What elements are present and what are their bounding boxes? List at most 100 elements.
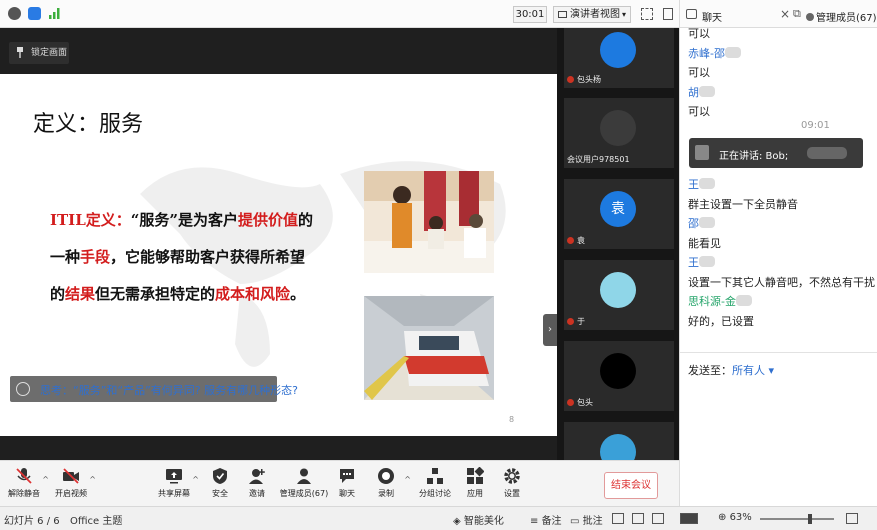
participant-tile[interactable]: 于	[564, 260, 674, 330]
participant-name: 会议用户978501	[567, 154, 630, 165]
mic-muted-icon	[567, 318, 574, 325]
record-icon	[378, 468, 394, 484]
subway-train-photo	[364, 296, 494, 400]
participant-name: 包头	[567, 397, 593, 408]
chat-message-text: 设置一下其它人静音吧，不然总有干扰	[688, 274, 875, 290]
chat-message-text: 可以	[688, 25, 710, 41]
pin-icon	[17, 47, 23, 58]
sender-name-text: 邵	[688, 217, 699, 230]
participant-tile[interactable]: 会议用户978501	[564, 98, 674, 168]
message-text: 能看见	[688, 236, 721, 250]
popout-icon[interactable]: ⧉	[793, 7, 801, 21]
speaking-text: 正在讲话: Bob;	[719, 151, 789, 162]
apps-icon	[467, 467, 484, 484]
beautify-label: 智能美化	[463, 516, 504, 527]
signal-icon[interactable]	[48, 7, 61, 20]
itil-text-part: 手段	[80, 248, 111, 266]
message-text: 好的，已设置	[688, 314, 754, 328]
avatar-initial: 袁	[611, 201, 625, 217]
zoom-slider[interactable]	[760, 514, 834, 524]
participant-tile[interactable]: 袁袁	[564, 179, 674, 249]
mic-muted-icon	[16, 468, 32, 484]
send-to-label: 发送至：	[688, 364, 732, 377]
notes-button[interactable]: ≡ 备注	[530, 512, 562, 527]
comment-icon: ▭	[570, 516, 583, 527]
record-button[interactable]: 录制 ^	[363, 467, 411, 499]
reaction-icon[interactable]	[16, 382, 30, 396]
zoom-level[interactable]: ⊕ 63%	[718, 512, 752, 523]
chat-sender-name: 王	[688, 176, 715, 192]
view-mode-select[interactable]: 演讲者视图 ▾	[553, 6, 631, 23]
share-screen-label: 共享屏幕	[158, 489, 190, 498]
message-text: 可以	[688, 105, 710, 118]
slide-title: 定义：服务	[33, 112, 144, 137]
chat-message-text: 可以	[688, 103, 710, 119]
close-icon[interactable]: ×	[780, 7, 790, 21]
meeting-window: 30:01 演讲者视图 ▾ 锁定画面 定义：服务 ITIL定义：“服务”是为客户…	[0, 0, 877, 530]
presentation-slide: 定义：服务 ITIL定义：“服务”是为客户提供价值的一种手段，它能够帮助客户获得…	[0, 74, 557, 436]
mic-muted-icon	[567, 399, 574, 406]
chevron-right-icon: ›	[548, 324, 552, 335]
chevron-up-icon[interactable]: ^	[89, 475, 96, 484]
comments-label: 批注	[582, 516, 603, 527]
comments-button[interactable]: ▭ 批注	[570, 512, 603, 527]
zoom-slider-handle[interactable]	[808, 514, 812, 524]
slide-question: 思考：“服务”和“产品”有何异同? 服务有哪几种形态?	[40, 384, 298, 397]
redacted-name	[699, 85, 715, 97]
chat-bubble-icon	[686, 9, 697, 19]
tab-members[interactable]: 管理成员(67)	[806, 9, 877, 24]
invite-label: 邀请	[249, 489, 265, 498]
redacted-name	[699, 178, 715, 189]
participant-name-text: 袁	[577, 236, 585, 245]
end-meeting-button[interactable]: 结束会议	[604, 472, 658, 499]
lock-view-button[interactable]: 锁定画面	[9, 42, 69, 64]
mic-muted-icon	[567, 237, 574, 244]
send-to-select[interactable]: 所有人 ▾	[732, 362, 774, 378]
share-screen-button[interactable]: 共享屏幕 ^	[151, 467, 199, 499]
participant-avatar: 袁	[600, 191, 636, 227]
mic-muted-icon	[567, 76, 574, 83]
start-video-button[interactable]: 开启视频 ^	[48, 467, 96, 499]
slide-page-number: 8	[509, 415, 515, 424]
camera-off-icon	[63, 468, 79, 484]
blurred-name	[807, 147, 847, 159]
itil-definition-text: ITIL定义：“服务”是为客户提供价值的一种手段，它能够帮助客户获得所希望的结果…	[50, 202, 315, 313]
zoom-value: 63%	[729, 512, 752, 523]
tab-chat[interactable]: 聊天	[702, 9, 722, 24]
itil-text-part: 但无需承担特定的	[95, 285, 216, 303]
participant-name-text: 包头杨	[577, 75, 601, 84]
beautify-button[interactable]: ◈ 智能美化	[453, 512, 504, 527]
slide-sorter-icon[interactable]	[632, 513, 644, 524]
play-slideshow-icon[interactable]	[680, 513, 698, 524]
add-person-icon	[249, 469, 265, 484]
participant-avatar	[600, 110, 636, 146]
fullscreen-icon[interactable]	[641, 8, 653, 20]
fit-to-window-icon[interactable]	[846, 513, 858, 524]
chat-compose-area[interactable]: 发送至： 所有人 ▾	[680, 352, 877, 506]
normal-view-icon[interactable]	[612, 513, 624, 524]
invite-button[interactable]: 邀请	[234, 467, 280, 499]
person-icon	[806, 13, 814, 21]
participant-video-list[interactable]: 包头杨 会议用户978501 袁袁于包头	[557, 28, 679, 492]
manage-members-button[interactable]: 管理成员(67)	[278, 467, 330, 499]
participant-name: 袁	[567, 235, 585, 246]
chevron-up-icon[interactable]: ^	[404, 475, 411, 484]
speaker-avatar	[695, 145, 709, 160]
chat-panel: 聊天 × ⧉ 管理成员(67) 可以 赤峰-邵 可以胡可以王群主设置一下全员静音邵能…	[679, 0, 877, 506]
settings-label: 设置	[504, 489, 520, 498]
grid-icon	[558, 11, 567, 18]
layout-panel-icon[interactable]	[663, 8, 673, 20]
chat-message-text: 群主设置一下全员静音	[688, 196, 798, 212]
message-text: 可以	[688, 27, 710, 40]
sender-name-text: 胡	[688, 85, 699, 99]
participant-tile[interactable]: 包头	[564, 341, 674, 411]
participant-tile[interactable]: 包头杨	[564, 28, 674, 88]
shield-icon[interactable]	[28, 7, 41, 20]
itil-text-part: 结果	[65, 285, 96, 303]
participant-name: 包头杨	[567, 74, 601, 85]
settings-button[interactable]: 设置	[489, 467, 535, 499]
unmute-button[interactable]: 解除静音 ^	[1, 467, 49, 499]
info-icon[interactable]	[8, 7, 21, 20]
reading-view-icon[interactable]	[652, 513, 664, 524]
collapse-video-panel-button[interactable]: ›	[543, 314, 557, 346]
